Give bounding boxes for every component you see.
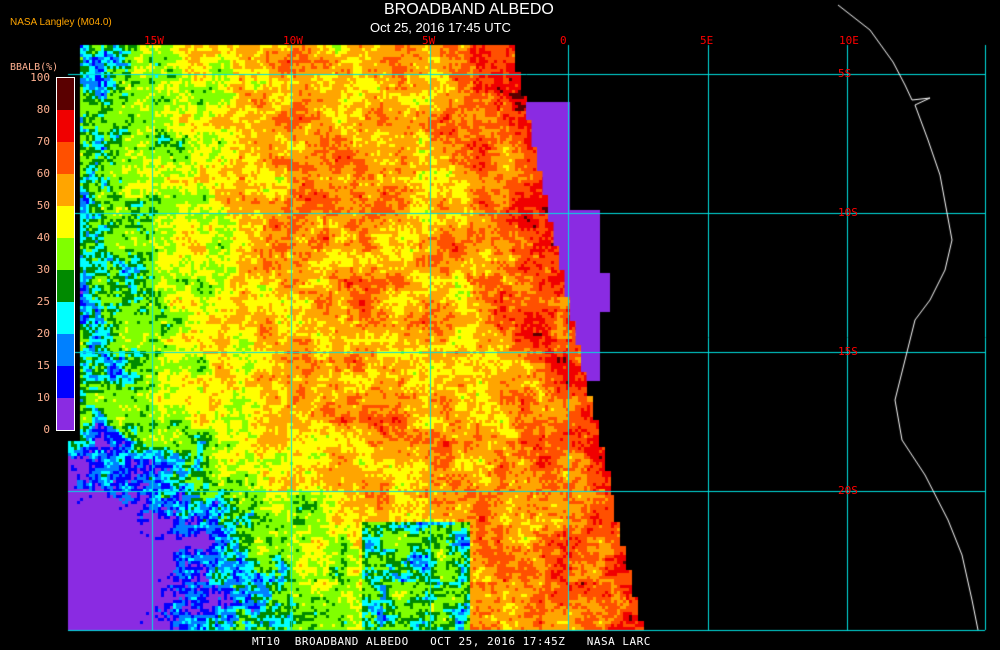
longitude-label: 10W <box>283 34 303 47</box>
footer-caption: MT10 BROADBAND ALBEDO OCT 25, 2016 17:45… <box>252 635 651 648</box>
map-timestamp: Oct 25, 2016 17:45 UTC <box>370 20 511 35</box>
longitude-label: 10E <box>839 34 859 47</box>
colorbar-segment <box>57 206 74 238</box>
longitude-label: 0 <box>560 34 567 47</box>
latitude-label: 20S <box>838 484 858 497</box>
colorbar-tick-label: 10 <box>36 391 50 404</box>
colorbar-tick-label: 50 <box>36 199 50 212</box>
colorbar-segment <box>57 334 74 366</box>
latitude-label: 10S <box>838 206 858 219</box>
colorbar-tick-label: 30 <box>36 263 50 276</box>
colorbar-tick-label: 0 <box>43 423 50 436</box>
colorbar-segment <box>57 110 74 142</box>
colorbar-segment <box>57 398 74 430</box>
colorbar-segment <box>57 302 74 334</box>
colorbar-segment <box>57 78 74 110</box>
colorbar-segment <box>57 142 74 174</box>
colorbar <box>56 77 75 431</box>
colorbar-segment <box>57 366 74 398</box>
albedo-map-image <box>0 0 1000 650</box>
longitude-label: 15W <box>144 34 164 47</box>
colorbar-tick-label: 60 <box>36 167 50 180</box>
colorbar-tick-label: 70 <box>36 135 50 148</box>
longitude-label: 5W <box>422 34 436 47</box>
colorbar-tick-label: 20 <box>36 327 50 340</box>
map-title: BROADBAND ALBEDO <box>384 1 554 18</box>
colorbar-segment <box>57 238 74 270</box>
source-label: NASA Langley (M04.0) <box>10 17 112 28</box>
latitude-label: 5S <box>838 67 852 80</box>
colorbar-segment <box>57 174 74 206</box>
colorbar-tick-label: 40 <box>36 231 50 244</box>
latitude-label: 15S <box>838 345 858 358</box>
colorbar-tick-label: 80 <box>36 103 50 116</box>
colorbar-tick-label: 100 <box>30 71 50 84</box>
colorbar-tick-label: 25 <box>36 295 50 308</box>
colorbar-tick-label: 15 <box>36 359 50 372</box>
colorbar-segment <box>57 270 74 302</box>
longitude-label: 5E <box>700 34 714 47</box>
